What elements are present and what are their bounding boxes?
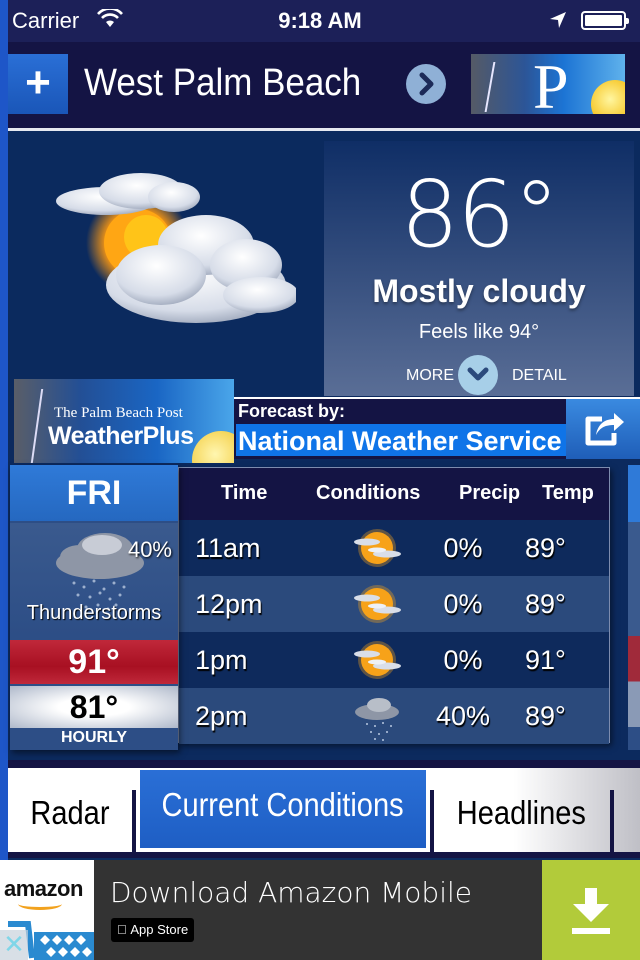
col-time: Time [221,482,268,504]
tab-separator [610,790,614,854]
row-time: 1pm [195,645,248,675]
location-arrow-icon [549,11,567,34]
next-location-button[interactable] [406,64,446,104]
store-label: App Store [117,922,188,937]
logo-brand: WeatherPlus [48,422,194,450]
table-header: Time Conditions Precip Temp [179,468,609,520]
row-time: 2pm [195,701,248,731]
hourly-forecast-table: Time Conditions Precip Temp 11am 0% 89° 12p… [178,467,610,744]
row-temp: 91° [525,645,566,675]
chevron-down-icon [467,367,489,381]
tab-separator [430,790,434,854]
col-precip: Precip [459,482,521,504]
share-icon [585,413,624,446]
row-precip: 0% [443,645,483,675]
download-icon [572,888,610,934]
tab-label: Headlines [456,794,586,831]
ad-title: Download Amazon Mobile [110,876,472,909]
day-low-temp: 81° [10,686,178,728]
day-precip: 40% [127,537,172,562]
download-button[interactable] [542,860,640,960]
col-conditions: Conditions [316,482,421,504]
apple-icon:  [117,922,127,937]
chevron-right-icon [419,72,434,96]
tab-radar[interactable]: Radar [8,778,132,852]
row-temp: 89° [525,701,566,731]
row-precip: 0% [443,533,483,563]
rain-cloud-icon [347,696,407,747]
logo-publisher: The Palm Beach Post [54,405,183,421]
clock: 9:18 AM [278,8,362,33]
day-name: FRI [10,465,178,521]
sun-icon [591,80,625,114]
left-edge-strip [0,0,8,860]
feels-like: Feels like 94° [418,321,540,343]
mostly-cloudy-icon [56,173,296,323]
tab-separator [132,790,136,854]
more-detail-button[interactable] [458,355,498,395]
share-button[interactable] [566,399,640,459]
current-conditions-panel: 86° Mostly cloudy Feels like 94° MORE DE… [8,131,640,396]
day-forecast-card[interactable]: FRI 40% Thunderstorms 91° 81° HOURLY [10,465,178,750]
city-name[interactable]: West Palm Beach [84,62,361,105]
app-store-badge:  App Store [111,918,195,942]
lightning-icon [30,389,44,463]
conditions-summary: 86° Mostly cloudy Feels like 94° MORE DE… [324,141,634,396]
weatherplus-logo: The Palm Beach Post WeatherPlus [14,379,234,463]
day-high-temp: 91° [10,640,178,684]
row-temp: 89° [525,533,566,563]
table-row: 12pm 0% 89° [179,576,609,632]
sun-icon [192,431,234,463]
row-time: 12pm [195,589,263,619]
partly-sunny-icon [347,528,407,573]
battery-icon [581,11,629,30]
smile-icon [18,898,62,910]
detail-label[interactable]: DETAIL [512,367,567,385]
table-row: 1pm 0% 91° [179,632,609,688]
row-time: 11am [195,533,261,563]
day-condition: Thunderstorms [26,602,162,624]
palm-beach-post-logo[interactable]: P [471,54,625,114]
status-bar: Carrier 9:18 AM [0,0,640,42]
ad-close-button[interactable]: ✕ [0,930,28,960]
current-temperature: 86° [400,161,559,268]
partly-sunny-icon [347,584,407,629]
col-temp: Temp [542,482,594,504]
table-row: 11am 0% 89° [179,520,609,576]
row-precip: 40% [435,701,491,731]
partly-sunny-icon [347,640,407,685]
hourly-button[interactable]: HOURLY [10,728,178,750]
logo-letter: P [533,54,569,114]
row-precip: 0% [443,589,483,619]
location-header: + West Palm Beach P [0,42,640,128]
table-row: 2pm 40% 89° [179,688,609,744]
ad-banner[interactable]: amazon Download Amazon Mobile  App Stor… [0,860,640,960]
more-label[interactable]: MORE [406,367,454,385]
tab-label: Radar [30,794,110,831]
section-tab-bar: Radar Current Conditions Headlines [8,760,640,858]
tab-label: Current Conditions [161,786,405,823]
tab-headlines[interactable]: Headlines [436,778,606,852]
forecast-source[interactable]: National Weather Service [236,424,566,456]
forecast-by-label: Forecast by: [238,401,346,421]
tab-current-conditions[interactable]: Current Conditions [140,770,426,848]
lightning-icon [484,62,496,112]
row-temp: 89° [525,589,566,619]
current-condition: Mostly cloudy [372,273,586,309]
next-day-card-peek[interactable] [628,465,640,750]
add-location-button[interactable]: + [8,54,68,114]
